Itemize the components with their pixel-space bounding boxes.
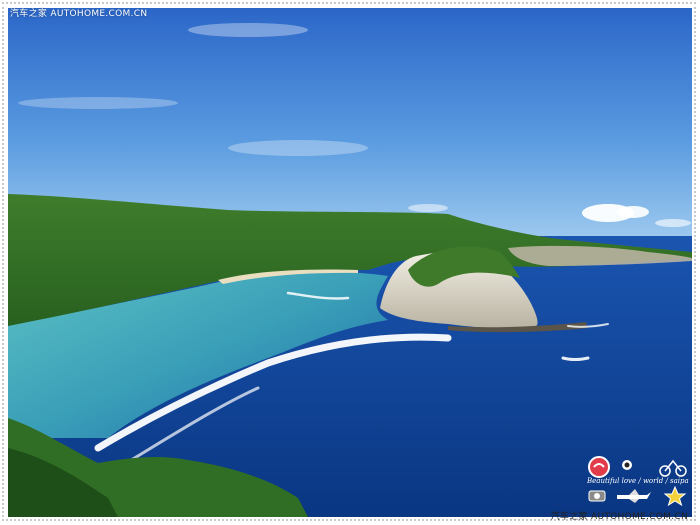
scooter-icon bbox=[659, 459, 687, 477]
watermark-bottom: 汽车之家 AUTOHOME.COM.CN bbox=[550, 512, 688, 522]
character-icon bbox=[622, 460, 632, 470]
airplane-icon bbox=[617, 489, 651, 503]
sticker-script-text: Beautiful love / world / saipan bbox=[587, 477, 689, 485]
landscape-photo bbox=[8, 8, 692, 517]
photo-frame: 汽车之家 AUTOHOME.COM.CN 汽车之家 AUTOHOME.COM.C… bbox=[0, 0, 700, 525]
camera-icon bbox=[588, 490, 606, 502]
star-icon bbox=[663, 485, 687, 507]
heart-badge-icon bbox=[588, 456, 610, 478]
coastline-scene bbox=[8, 8, 692, 517]
watermark-top: 汽车之家 AUTOHOME.COM.CN bbox=[10, 9, 148, 19]
sticker-group: Beautiful love / world / saipan bbox=[585, 455, 689, 507]
